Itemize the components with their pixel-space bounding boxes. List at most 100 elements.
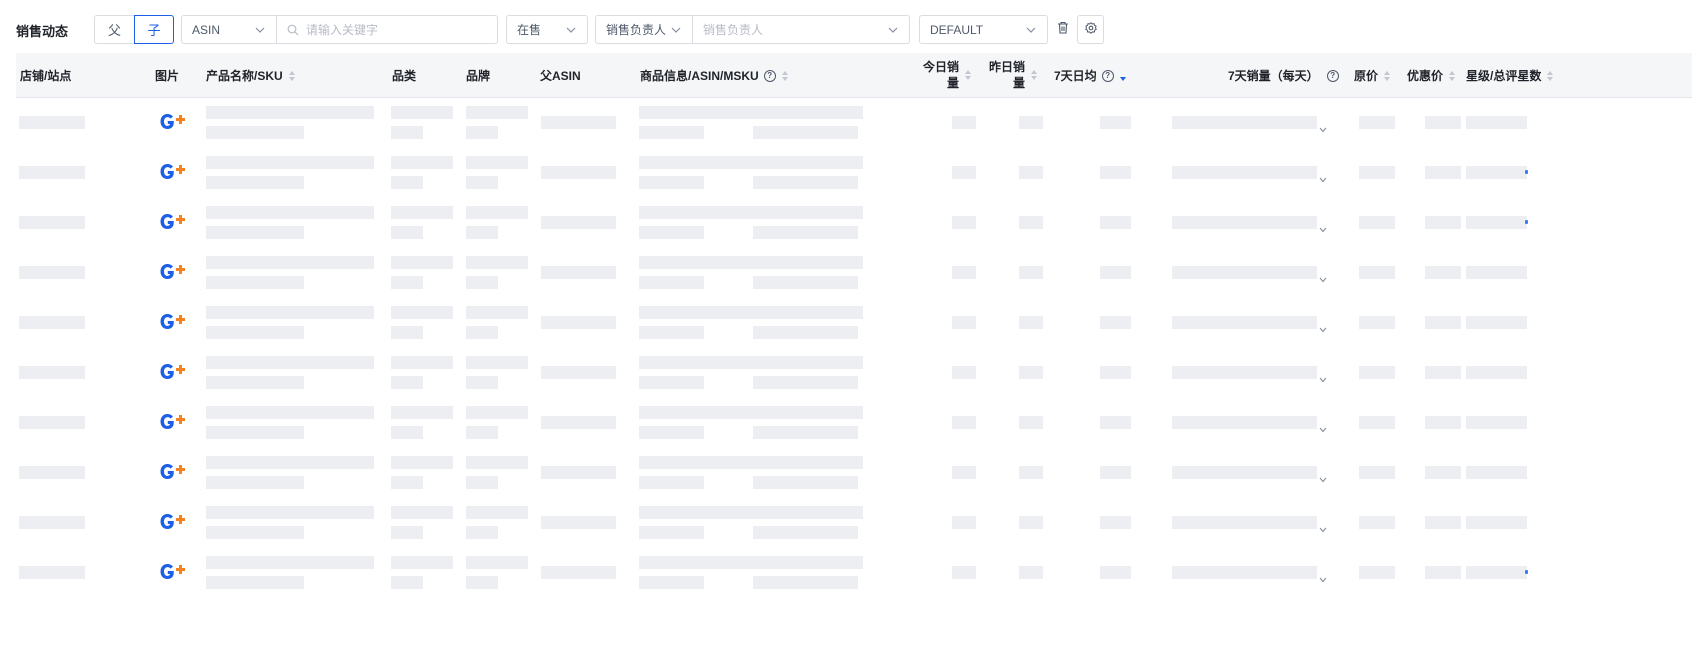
view-select[interactable]: DEFAULT — [919, 15, 1048, 44]
chevron-down-icon[interactable] — [1319, 120, 1327, 133]
skeleton-bar — [19, 516, 85, 529]
column-header-rating[interactable]: 星级/总评星数 — [1466, 67, 1554, 84]
table-row[interactable] — [16, 297, 1692, 347]
skeleton-bar — [391, 256, 453, 269]
parent-toggle-button[interactable]: 父 — [94, 15, 135, 44]
column-header-7day-avg[interactable]: 7天日均 ? — [1054, 67, 1126, 84]
asin-type-select[interactable]: ASIN — [181, 15, 277, 44]
column-header-product-info[interactable]: 商品信息/ASIN/MSKU ? — [640, 67, 788, 84]
skeleton-bar — [753, 476, 858, 489]
status-select[interactable]: 在售 — [506, 15, 588, 44]
table-row[interactable] — [16, 97, 1692, 147]
skeleton-bar — [466, 206, 528, 219]
table-row[interactable] — [16, 197, 1692, 247]
question-circle-icon[interactable]: ? — [1101, 69, 1114, 82]
sort-caret-icon[interactable] — [1119, 71, 1126, 81]
sort-caret-icon[interactable] — [288, 70, 295, 81]
skeleton-bar — [639, 356, 863, 369]
skeleton-bar — [1172, 516, 1317, 529]
product-image[interactable] — [158, 162, 188, 182]
skeleton-bar — [1019, 266, 1043, 279]
skeleton-bar — [1425, 466, 1461, 479]
skeleton-bar — [206, 106, 374, 119]
skeleton-bar — [952, 366, 976, 379]
brand-logo-icon — [160, 414, 185, 429]
column-header-brand: 品牌 — [466, 69, 491, 83]
chevron-down-icon[interactable] — [1319, 320, 1327, 333]
chevron-down-icon[interactable] — [1319, 220, 1327, 233]
skeleton-bar — [639, 276, 704, 289]
product-image[interactable] — [158, 262, 188, 282]
skeleton-bar — [391, 176, 423, 189]
table-row[interactable] — [16, 547, 1692, 597]
column-header-price[interactable]: 原价 — [1354, 67, 1391, 84]
chevron-down-icon[interactable] — [1319, 370, 1327, 383]
product-image[interactable] — [158, 462, 188, 482]
column-header-yesterday-sales[interactable]: 昨日销 量 — [989, 59, 1038, 91]
product-image[interactable] — [158, 312, 188, 332]
chevron-down-icon — [563, 27, 579, 33]
chevron-down-icon[interactable] — [1319, 470, 1327, 483]
skeleton-bar — [391, 326, 423, 339]
question-circle-icon[interactable]: ? — [1326, 69, 1339, 82]
skeleton-bar — [639, 456, 863, 469]
skeleton-bar — [639, 306, 863, 319]
delete-view-button[interactable] — [1054, 15, 1072, 44]
product-image[interactable] — [158, 212, 188, 232]
skeleton-bar — [541, 216, 616, 229]
product-image[interactable] — [158, 362, 188, 382]
chevron-down-icon[interactable] — [1319, 570, 1327, 583]
skeleton-bar — [1466, 566, 1527, 579]
skeleton-bar — [466, 426, 498, 439]
owner-select[interactable]: 销售负责人 — [692, 15, 910, 44]
search-input[interactable]: 请输入关键字 — [301, 21, 497, 38]
skeleton-bar — [206, 276, 304, 289]
child-toggle-button[interactable]: 子 — [134, 15, 174, 44]
skeleton-bar — [1359, 516, 1395, 529]
skeleton-bar — [541, 566, 616, 579]
column-header-product-name[interactable]: 产品名称/SKU — [206, 67, 295, 84]
skeleton-bar — [952, 316, 976, 329]
skeleton-bar — [952, 566, 976, 579]
settings-button[interactable] — [1077, 15, 1104, 44]
skeleton-bar — [1019, 316, 1043, 329]
question-circle-icon[interactable]: ? — [763, 69, 776, 82]
keyword-search-field[interactable]: 请输入关键字 — [276, 15, 498, 44]
skeleton-bar — [1019, 566, 1043, 579]
status-value: 在售 — [517, 23, 542, 37]
sort-caret-icon[interactable] — [781, 70, 788, 81]
sort-caret-icon[interactable] — [1384, 70, 1391, 81]
chevron-down-icon[interactable] — [1319, 170, 1327, 183]
skeleton-bar — [1359, 216, 1395, 229]
chevron-down-icon[interactable] — [1319, 420, 1327, 433]
column-header-promo-price[interactable]: 优惠价 — [1407, 67, 1456, 84]
skeleton-bar — [206, 256, 374, 269]
skeleton-bar — [1100, 116, 1131, 129]
sort-caret-icon[interactable] — [1031, 70, 1038, 80]
product-image[interactable] — [158, 112, 188, 132]
sort-caret-icon[interactable] — [1449, 70, 1456, 81]
skeleton-bar — [1425, 216, 1461, 229]
column-header-today-sales[interactable]: 今日销 量 — [923, 59, 972, 91]
table-row[interactable] — [16, 247, 1692, 297]
table-row[interactable] — [16, 447, 1692, 497]
product-image[interactable] — [158, 512, 188, 532]
sort-caret-icon[interactable] — [1547, 70, 1554, 81]
chevron-down-icon[interactable] — [1319, 270, 1327, 283]
sort-caret-icon[interactable] — [965, 70, 972, 80]
skeleton-bar — [952, 166, 976, 179]
skeleton-bar — [1466, 466, 1527, 479]
skeleton-bar — [541, 316, 616, 329]
table-row[interactable] — [16, 347, 1692, 397]
skeleton-bar — [1466, 266, 1527, 279]
skeleton-bar — [391, 476, 423, 489]
table-row[interactable] — [16, 397, 1692, 447]
skeleton-bar — [391, 206, 453, 219]
chevron-down-icon[interactable] — [1319, 520, 1327, 533]
skeleton-bar — [639, 406, 863, 419]
product-image[interactable] — [158, 412, 188, 432]
table-row[interactable] — [16, 497, 1692, 547]
table-row[interactable] — [16, 147, 1692, 197]
owner-type-select[interactable]: 销售负责人 — [595, 15, 693, 44]
product-image[interactable] — [158, 562, 188, 582]
